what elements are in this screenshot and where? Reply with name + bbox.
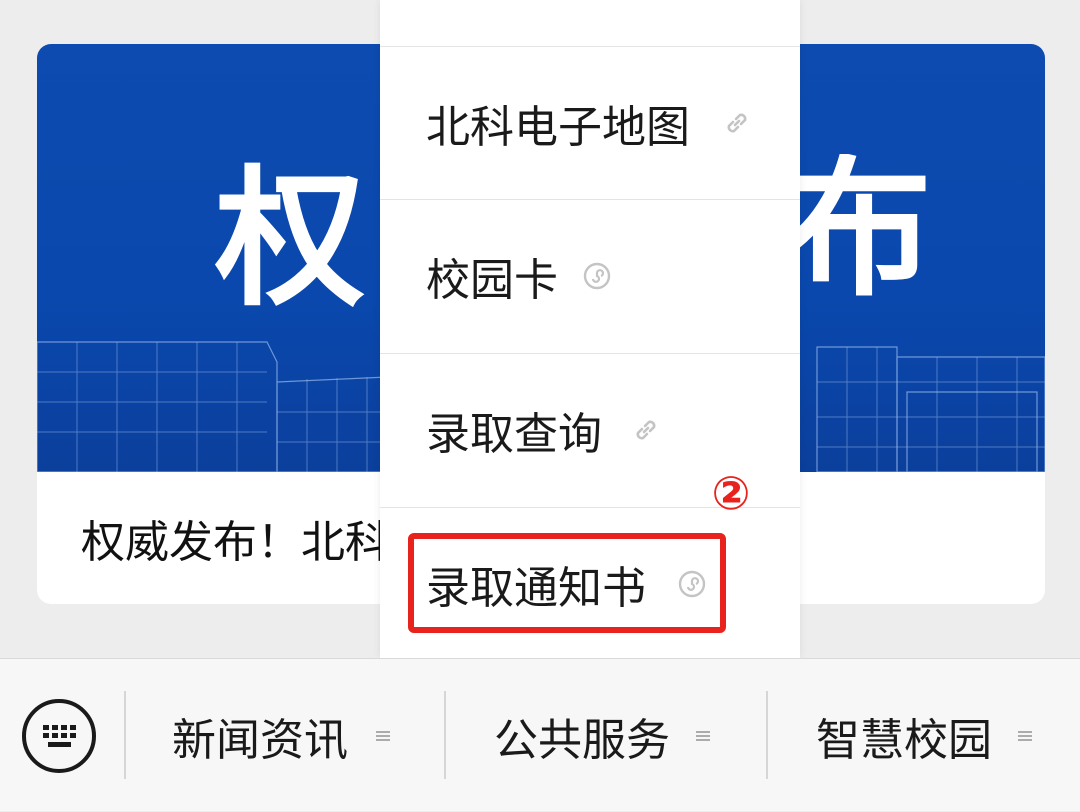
- menu-item-label: 北科电子地图: [426, 102, 690, 153]
- nav-item-label: 公共服务: [494, 714, 670, 766]
- menu-item-label: 录取查询: [426, 409, 602, 460]
- nav-item-news[interactable]: 新闻资讯: [126, 659, 444, 812]
- nav-item-label: 新闻资讯: [172, 714, 348, 766]
- bottom-menu-bar: 新闻资讯 公共服务 智慧校园: [0, 658, 1080, 811]
- menu-item-campus-map[interactable]: 北科电子地图: [380, 46, 800, 199]
- step-marker: ②: [711, 466, 751, 520]
- mini-program-icon: [583, 262, 611, 290]
- banner-character: 布: [782, 141, 933, 317]
- link-icon: [636, 420, 656, 440]
- menu-item-label: 校园卡: [426, 255, 558, 306]
- menu-lines-icon: [696, 730, 710, 741]
- menu-item-campus-card[interactable]: 校园卡: [380, 199, 800, 352]
- nav-item-label: 智慧校园: [816, 714, 992, 766]
- article-title: 权威发布！北科: [81, 517, 389, 568]
- keyboard-icon[interactable]: [22, 699, 96, 773]
- menu-lines-icon: [1018, 730, 1032, 741]
- nav-item-smart-campus[interactable]: 智慧校园: [768, 659, 1080, 812]
- highlight-box: [408, 533, 726, 633]
- menu-lines-icon: [376, 730, 390, 741]
- link-icon: [727, 113, 747, 133]
- nav-item-public-services[interactable]: 公共服务: [446, 659, 766, 812]
- banner-character: 权: [215, 151, 366, 327]
